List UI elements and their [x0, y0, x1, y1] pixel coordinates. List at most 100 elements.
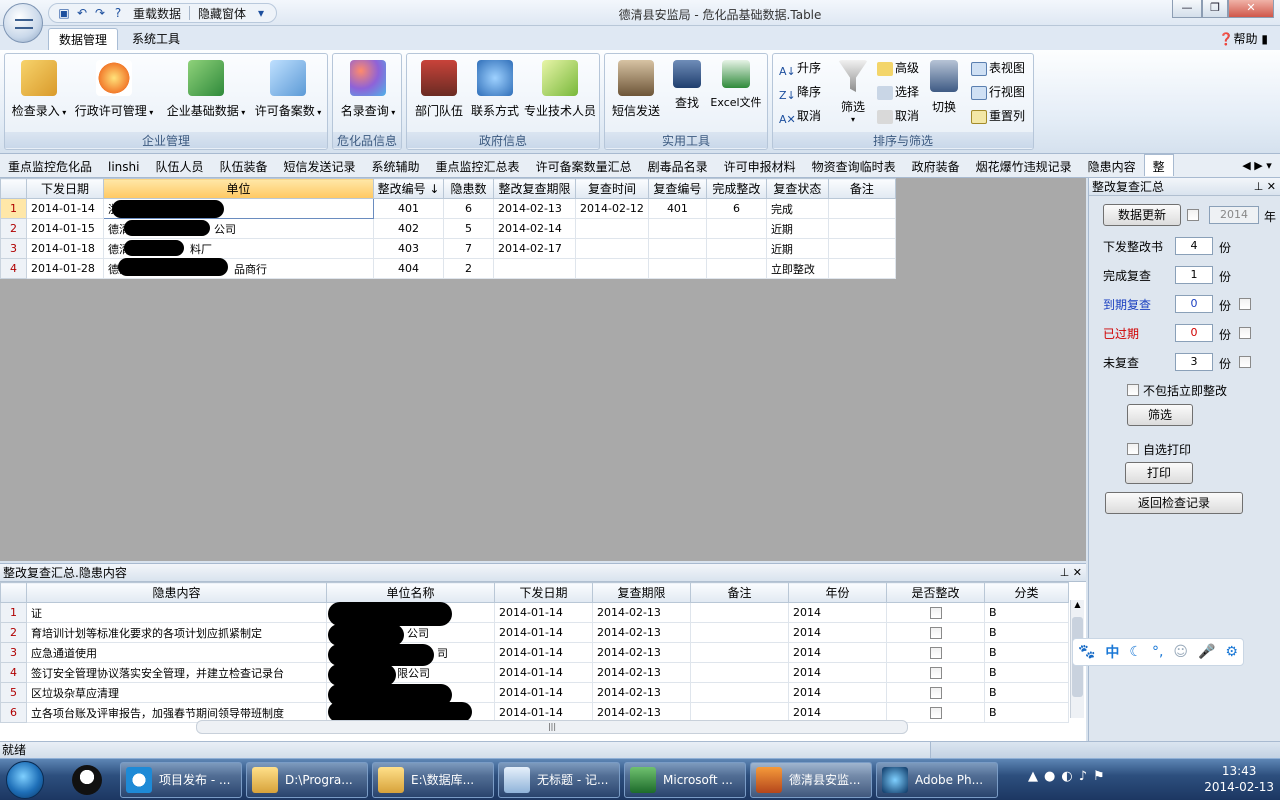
col-header[interactable]: 下发日期: [26, 178, 104, 199]
cell-recheck-time[interactable]: 2014-02-12: [575, 198, 649, 219]
cell-date[interactable]: 2014-01-28: [26, 258, 104, 279]
close-panel-icon[interactable]: ✕: [1267, 180, 1276, 193]
maximize-button[interactable]: ❐: [1202, 0, 1228, 18]
col-header[interactable]: 整改编号 ↓: [373, 178, 444, 199]
print-button[interactable]: 打印: [1125, 462, 1193, 484]
cell-year[interactable]: 2014: [788, 642, 887, 663]
close-panel-icon[interactable]: ✕: [1073, 566, 1082, 579]
row-number[interactable]: 1: [0, 602, 27, 623]
table-row[interactable]: 4 签订安全管理协议落实安全管理，并建立检查记录台 限公司 2014-01-14 201…: [0, 662, 1069, 683]
col-header[interactable]: 隐患数: [443, 178, 494, 199]
table-view-button[interactable]: 表视图: [971, 58, 1025, 78]
department-team-button[interactable]: 部门队伍: [411, 60, 467, 119]
data-refresh-button[interactable]: 数据更新: [1103, 204, 1181, 226]
tab-data-management[interactable]: 数据管理: [48, 28, 119, 50]
reset-columns-button[interactable]: 重置列: [971, 106, 1025, 126]
cell-note[interactable]: [690, 682, 789, 703]
send-sms-button[interactable]: 短信发送: [609, 60, 663, 119]
col-header[interactable]: 复查编号: [647, 178, 707, 199]
tray-qq-icon[interactable]: ●: [1044, 769, 1061, 784]
back-to-inspection-button[interactable]: 返回检查记录: [1105, 492, 1243, 514]
tray-flag-icon[interactable]: ⚑: [1093, 769, 1111, 784]
scroll-grip-icon[interactable]: |||: [197, 721, 907, 733]
tab-list-icon[interactable]: ▾: [1266, 159, 1272, 172]
cell-count[interactable]: 6: [443, 198, 494, 219]
sort-descending-button[interactable]: Z↓降序: [779, 82, 821, 102]
cell-class[interactable]: B: [984, 662, 1069, 683]
doc-tab-active[interactable]: 整: [1143, 154, 1174, 176]
cell-recheck-time[interactable]: [575, 218, 649, 239]
col-header[interactable]: 年份: [788, 582, 887, 603]
application-menu-button[interactable]: [3, 3, 43, 43]
ime-mode-toggle[interactable]: 中: [1105, 642, 1119, 662]
cell-deadline[interactable]: 2014-02-14: [493, 218, 576, 239]
sort-ascending-button[interactable]: A↓升序: [779, 58, 821, 78]
row-number[interactable]: 1: [0, 198, 27, 219]
cell-status[interactable]: 近期: [765, 238, 829, 259]
cell-count[interactable]: 5: [443, 218, 494, 239]
cell-recheck-time[interactable]: [575, 258, 649, 279]
doc-tab[interactable]: 短信发送记录: [276, 155, 364, 177]
cell-date[interactable]: 2014-01-14: [494, 622, 593, 643]
enterprise-data-button[interactable]: 企业基础数据 ▾: [165, 60, 247, 119]
cell-note[interactable]: [690, 662, 789, 683]
pin-icon[interactable]: ⊥: [1254, 180, 1264, 193]
cell-deadline[interactable]: 2014-02-13: [592, 622, 691, 643]
row-number[interactable]: 5: [0, 682, 27, 703]
technical-staff-button[interactable]: 专业技术人员: [523, 60, 597, 119]
col-header[interactable]: 是否整改: [886, 582, 985, 603]
tab-scroll-right-icon[interactable]: ▶: [1254, 159, 1262, 172]
cell-content[interactable]: 应急通道使用: [26, 642, 327, 663]
doc-tab[interactable]: 队伍装备: [212, 155, 276, 177]
taskbar-item[interactable]: 项目发布 - ...: [120, 762, 242, 798]
admin-license-button[interactable]: 行政许可管理 ▾: [73, 60, 155, 119]
tab-scroll-left-icon[interactable]: ◀: [1242, 159, 1250, 172]
doc-tab[interactable]: 物资查询临时表: [804, 155, 904, 177]
cell-content[interactable]: 证: [26, 602, 327, 623]
clock[interactable]: 13:43 2014-02-13: [1204, 763, 1274, 795]
cell-note[interactable]: [690, 602, 789, 623]
taskbar-item[interactable]: 无标题 - 记...: [498, 762, 620, 798]
settings-gear-icon[interactable]: ⚙: [1225, 644, 1238, 660]
cell-status[interactable]: 完成: [765, 198, 829, 219]
table-row[interactable]: 1 证 2014-01-14 2014-02-13 2014 B: [0, 602, 1069, 623]
moon-icon[interactable]: ☾: [1129, 644, 1142, 660]
cell-recheck-no[interactable]: [647, 218, 707, 239]
cell-recheck-no[interactable]: [647, 238, 707, 259]
cell-note[interactable]: [827, 258, 896, 279]
row-number[interactable]: 3: [0, 238, 27, 259]
not-rechecked-checkbox[interactable]: [1239, 356, 1251, 368]
help-button[interactable]: ❓帮助 ▮: [1219, 30, 1268, 47]
switch-button[interactable]: 切换: [929, 60, 959, 115]
cell-deadline[interactable]: 2014-02-13: [592, 662, 691, 683]
doc-tab[interactable]: linshi: [100, 155, 147, 177]
doc-tab[interactable]: 队伍人员: [147, 155, 211, 177]
cell-status[interactable]: 立即整改: [765, 258, 829, 279]
cell-deadline[interactable]: 2014-02-17: [493, 238, 576, 259]
doc-tab[interactable]: 许可备案数量汇总: [528, 155, 640, 177]
tab-system-tools[interactable]: 系统工具: [122, 28, 190, 50]
cell-content[interactable]: 签订安全管理协议落实安全管理，并建立检查记录台: [26, 662, 327, 683]
col-header[interactable]: 单位: [103, 178, 374, 199]
cell-note[interactable]: [827, 198, 896, 219]
cell-count[interactable]: 2: [443, 258, 494, 279]
cell-year[interactable]: 2014: [788, 662, 887, 683]
user-icon[interactable]: ☺: [1173, 644, 1188, 660]
self-print-checkbox[interactable]: [1127, 443, 1139, 455]
header-corner[interactable]: [0, 582, 27, 603]
cell-count[interactable]: 7: [443, 238, 494, 259]
tray-volume-icon[interactable]: ♪: [1079, 769, 1093, 784]
row-number[interactable]: 2: [0, 622, 27, 643]
doc-tab[interactable]: 烟花爆竹违规记录: [968, 155, 1080, 177]
row-number[interactable]: 3: [0, 642, 27, 663]
license-record-button[interactable]: 许可备案数 ▾: [253, 60, 323, 119]
cell-deadline[interactable]: 2014-02-13: [592, 602, 691, 623]
cell-note[interactable]: [690, 642, 789, 663]
cell-year[interactable]: 2014: [788, 682, 887, 703]
taskbar-item-active[interactable]: 德清县安监...: [750, 762, 872, 798]
cell-deadline[interactable]: [493, 258, 576, 279]
rectified-checkbox[interactable]: [929, 667, 942, 679]
cell-recheck-no[interactable]: [647, 258, 707, 279]
qq-penguin-icon[interactable]: [72, 765, 102, 795]
taskbar-item[interactable]: Microsoft ...: [624, 762, 746, 798]
